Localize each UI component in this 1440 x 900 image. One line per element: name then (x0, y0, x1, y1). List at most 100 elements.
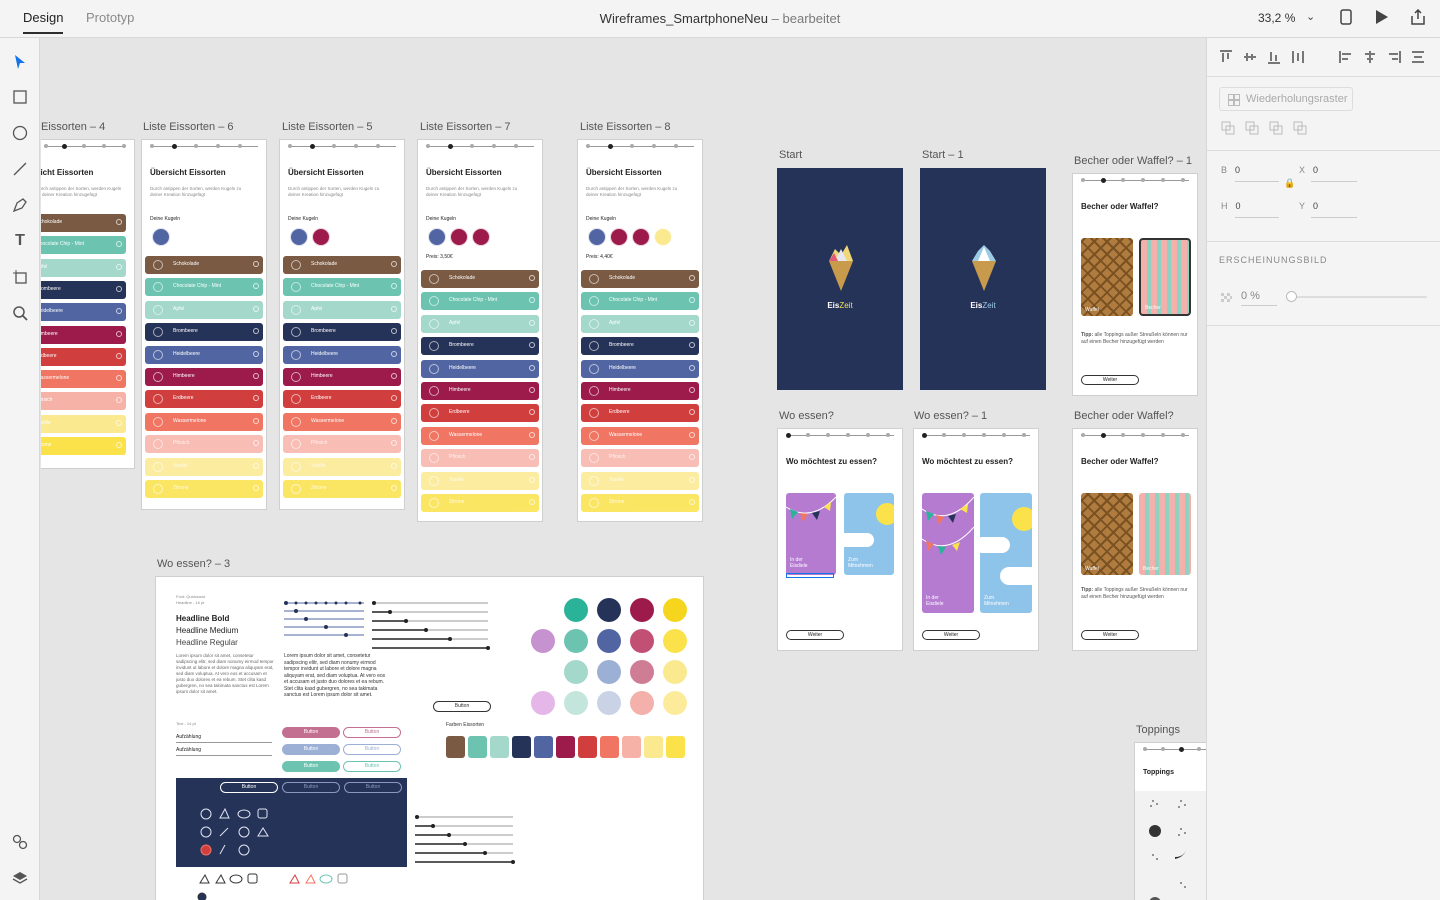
artboard-tool-icon[interactable] (10, 267, 30, 287)
add-icon[interactable] (1221, 121, 1235, 140)
flavor-item[interactable]: Zitrone (581, 494, 699, 512)
artboard-label[interactable]: Becher oder Waffel? – 1 (1074, 155, 1192, 167)
lock-icon[interactable]: 🔒 (1284, 178, 1295, 189)
info-icon[interactable] (253, 283, 259, 290)
artboard-toppings[interactable]: Toppings (1134, 742, 1206, 900)
flavor-item[interactable]: Apfel (581, 314, 699, 333)
flavor-item[interactable]: Pfirsich (145, 435, 263, 454)
flavor-item[interactable]: Chocolate Chip - Mint (421, 292, 539, 311)
height-field[interactable]: H0 (1221, 201, 1241, 211)
waffel-option[interactable]: Waffel (1081, 493, 1133, 575)
y-field[interactable]: Y0 (1299, 201, 1318, 211)
canvas[interactable]: Eissorten – 4 Liste Eissorten – 6 Liste … (41, 39, 1206, 900)
flavor-item[interactable]: Pfirsich (41, 392, 126, 411)
info-icon[interactable] (116, 330, 122, 337)
flavor-item[interactable]: Schokolade (421, 270, 539, 288)
sample-button[interactable]: Button (282, 744, 340, 755)
mitnehmen-option[interactable]: Zum Mitnehmen (980, 493, 1032, 613)
sample-button[interactable]: Button (282, 782, 340, 793)
opacity-slider-handle[interactable] (1286, 291, 1297, 302)
flavor-item[interactable]: Vanille (421, 471, 539, 490)
flavor-item[interactable]: Erdbeere (145, 390, 263, 409)
info-icon[interactable] (253, 328, 259, 335)
flavor-item[interactable]: Himbeere (283, 368, 401, 386)
info-icon[interactable] (391, 350, 397, 357)
flavor-item[interactable]: Schokolade (145, 256, 263, 274)
info-icon[interactable] (391, 305, 397, 312)
info-icon[interactable] (529, 431, 535, 438)
info-icon[interactable] (689, 454, 695, 461)
info-icon[interactable] (116, 375, 122, 382)
info-icon[interactable] (116, 241, 122, 248)
flavor-item[interactable]: Brombeere (41, 280, 126, 299)
distribute-icon[interactable] (1291, 50, 1305, 69)
share-icon[interactable] (1410, 8, 1426, 29)
flavor-item[interactable]: Schokolade (283, 256, 401, 274)
zoom-level[interactable]: 33,2 % (1258, 11, 1295, 25)
info-icon[interactable] (391, 485, 397, 491)
info-icon[interactable] (529, 499, 535, 505)
info-icon[interactable] (391, 283, 397, 290)
info-icon[interactable] (116, 308, 122, 315)
flavor-item[interactable]: Brombeere (421, 337, 539, 356)
zoom-tool-icon[interactable] (10, 303, 30, 323)
flavor-item[interactable]: Vanille (145, 457, 263, 476)
flavor-item[interactable]: Pfirsich (283, 435, 401, 454)
sample-button[interactable]: Button (343, 761, 401, 772)
flavor-item[interactable]: Apfel (41, 258, 126, 277)
info-icon[interactable] (529, 275, 535, 281)
artboard-label[interactable]: Liste Eissorten – 7 (420, 121, 511, 133)
info-icon[interactable] (391, 440, 397, 447)
sample-button[interactable]: Button (220, 782, 278, 793)
info-icon[interactable] (253, 373, 259, 379)
artboard-wo-essen-1[interactable]: Wo möchtest zu essen? In der Eisdiele Zu… (913, 428, 1039, 651)
flavor-item[interactable]: Erdbeere (421, 404, 539, 423)
opacity-slider[interactable] (1289, 296, 1427, 298)
flavor-item[interactable]: Vanille (283, 457, 401, 476)
flavor-item[interactable]: Heidelbeere (421, 359, 539, 378)
flavor-item[interactable]: Chocolate Chip - Mint (41, 236, 126, 255)
artboard-label[interactable]: Liste Eissorten – 8 (580, 121, 671, 133)
mitnehmen-option[interactable]: Zum Mitnehmen (844, 493, 894, 575)
sample-button[interactable]: Button (433, 701, 491, 712)
artboard-start[interactable]: EisZeit (777, 168, 903, 390)
info-icon[interactable] (529, 364, 535, 371)
text-tool-icon[interactable]: T (10, 231, 30, 251)
align-bottom-icon[interactable] (1267, 50, 1281, 69)
flavor-item[interactable]: Zitrone (421, 494, 539, 512)
flavor-item[interactable]: Wassermelone (283, 412, 401, 431)
info-icon[interactable] (391, 373, 397, 379)
exclude-icon[interactable] (1293, 121, 1307, 140)
x-field[interactable]: X0 (1299, 165, 1318, 175)
artboard-list-4[interactable]: sicht Eissorten Durch antippen der Sorte… (41, 139, 135, 469)
align-middle-icon[interactable] (1243, 50, 1257, 69)
intersect-icon[interactable] (1269, 121, 1283, 140)
artboard-label[interactable]: Eissorten – 4 (41, 121, 105, 133)
align-top-icon[interactable] (1219, 50, 1233, 69)
sample-button[interactable]: Button (282, 727, 340, 738)
flavor-item[interactable]: Erdbeere (41, 347, 126, 366)
flavor-item[interactable]: Chocolate Chip - Mint (145, 278, 263, 297)
flavor-item[interactable]: Schokolade (581, 270, 699, 288)
sample-button[interactable]: Button (343, 744, 401, 755)
info-icon[interactable] (529, 409, 535, 416)
flavor-item[interactable]: Vanille (581, 471, 699, 490)
flavor-item[interactable]: Zitrone (283, 480, 401, 498)
artboard-label[interactable]: Wo essen? – 3 (157, 558, 230, 570)
ellipse-tool-icon[interactable] (10, 123, 30, 143)
info-icon[interactable] (253, 485, 259, 491)
layers-icon[interactable] (10, 868, 30, 888)
flavor-item[interactable]: Brombeere (581, 337, 699, 356)
opacity-value[interactable]: 0 % (1241, 290, 1260, 302)
flavor-item[interactable]: Himbeere (421, 382, 539, 400)
align-right-icon[interactable] (1387, 50, 1401, 69)
distribute-vertical-icon[interactable] (1411, 50, 1425, 69)
info-icon[interactable] (689, 342, 695, 349)
info-icon[interactable] (689, 275, 695, 281)
info-icon[interactable] (689, 476, 695, 483)
info-icon[interactable] (689, 409, 695, 416)
info-icon[interactable] (253, 395, 259, 402)
becher-option[interactable]: Becher (1139, 238, 1191, 316)
flavor-item[interactable]: Wassermelone (41, 370, 126, 389)
flavor-item[interactable]: Pfirsich (581, 449, 699, 468)
